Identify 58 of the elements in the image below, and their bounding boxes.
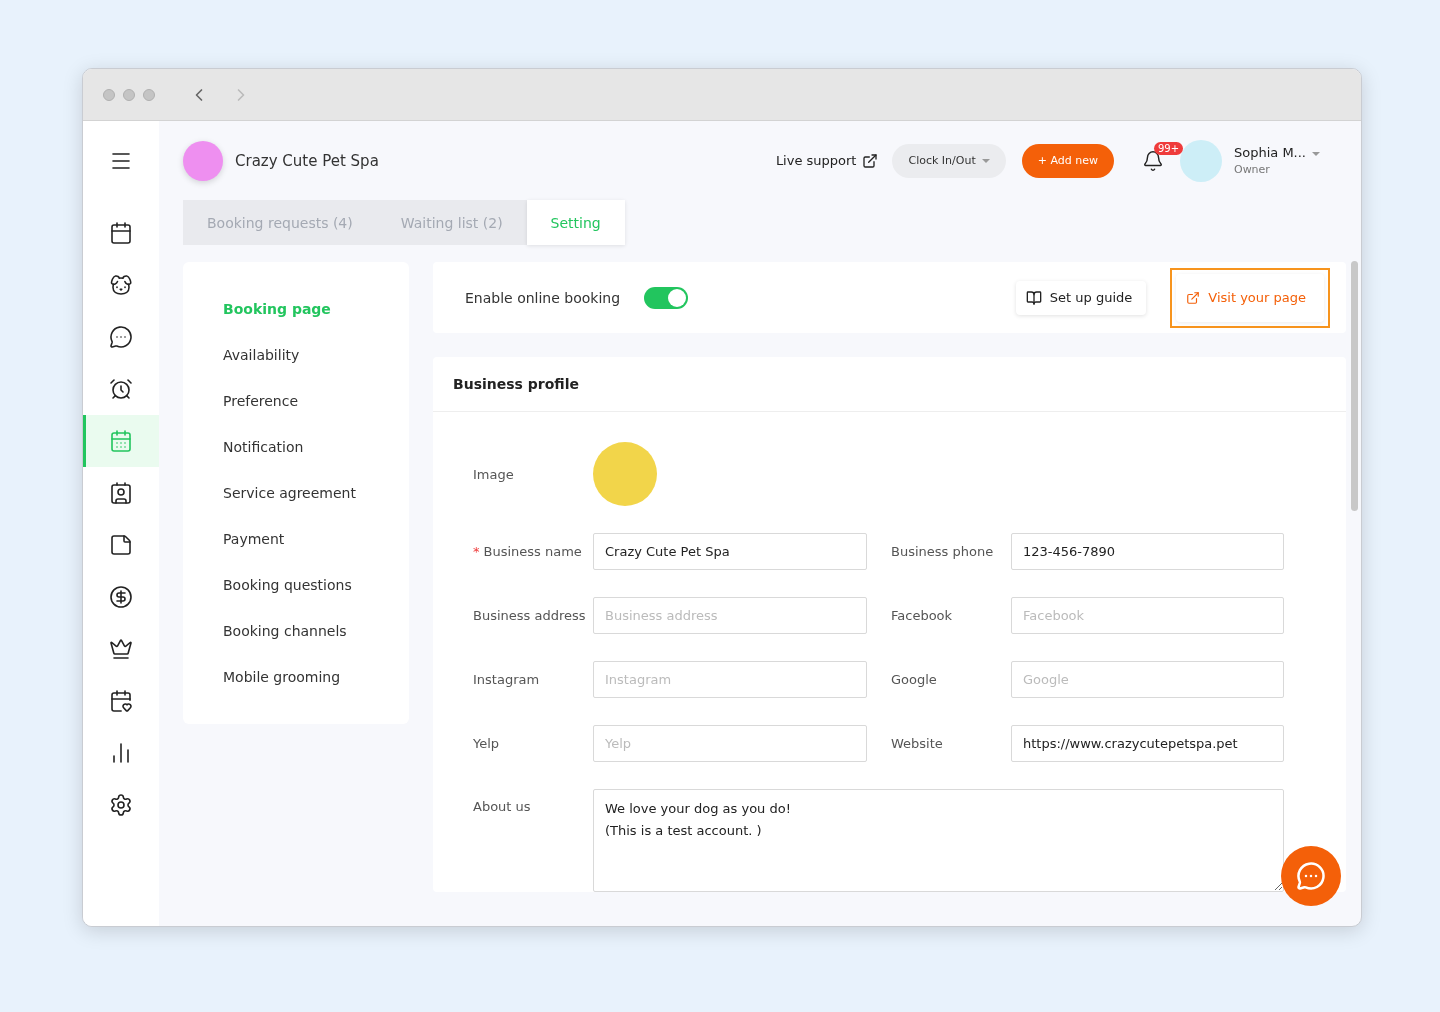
- set-up-guide-button[interactable]: Set up guide: [1015, 280, 1147, 315]
- input-field[interactable]: Facebook: [1011, 597, 1284, 634]
- settings-menu-item[interactable]: Notification: [183, 424, 409, 470]
- alarm-clock-icon: [109, 377, 133, 401]
- input-field[interactable]: 123-456-7890: [1011, 533, 1284, 570]
- user-name[interactable]: Sophia M...: [1233, 145, 1320, 160]
- field-label: * Business name: [473, 544, 583, 559]
- settings-menu-item[interactable]: Service agreement: [183, 470, 409, 516]
- input-field[interactable]: Crazy Cute Pet Spa: [593, 533, 867, 570]
- required-mark: *: [473, 544, 480, 559]
- field-label: Business address: [473, 608, 587, 623]
- settings-icon: [109, 793, 133, 817]
- clock-dropdown[interactable]: Clock In/Out: [892, 143, 1006, 178]
- external-link-icon: [862, 152, 879, 169]
- about-us-field[interactable]: We love your dog as you do! (This is a test account. ): [593, 789, 1284, 892]
- window-dot[interactable]: [103, 88, 115, 101]
- chat-icon: [109, 325, 133, 349]
- chat-icon: [1296, 861, 1326, 891]
- notification-badge: 99+: [1153, 141, 1184, 155]
- settings-menu-item[interactable]: Availability: [183, 332, 409, 378]
- field-label: Website: [891, 736, 944, 751]
- card-title: Business profile: [433, 357, 1346, 412]
- book-icon: [1025, 289, 1042, 306]
- field-label: Business phone: [891, 544, 995, 559]
- input-field[interactable]: Google: [1011, 661, 1284, 698]
- user-role: Owner: [1233, 163, 1271, 176]
- calendar-icon: [109, 221, 133, 245]
- logo-placeholder: [183, 140, 223, 181]
- crown-icon: [109, 637, 133, 661]
- note-icon: [109, 533, 133, 557]
- scrollbar[interactable]: [1351, 261, 1358, 511]
- settings-menu-item[interactable]: Preference: [183, 378, 409, 424]
- settings-menu-item[interactable]: Booking questions: [183, 562, 409, 608]
- calendar-icon: [109, 429, 133, 453]
- settings-menu-item[interactable]: Mobile grooming: [183, 654, 409, 700]
- field-label: About us: [473, 799, 532, 814]
- external-link-icon: [1186, 290, 1201, 305]
- field-label: Facebook: [891, 608, 954, 623]
- window-dot[interactable]: [143, 88, 155, 101]
- input-field[interactable]: Instagram: [593, 661, 867, 698]
- field-label: Yelp: [473, 736, 501, 751]
- live-support-link[interactable]: Live support: [775, 152, 879, 169]
- settings-menu-item[interactable]: Booking channels: [183, 608, 409, 654]
- input-field[interactable]: Yelp: [593, 725, 867, 762]
- field-label: Image: [473, 466, 515, 482]
- field-label: Google: [891, 672, 938, 687]
- online-booking-toggle[interactable]: [644, 286, 689, 309]
- window-dot[interactable]: [123, 88, 135, 101]
- heart-calendar-icon: [109, 689, 133, 713]
- dollar-icon: [109, 585, 133, 609]
- field-label: Instagram: [473, 672, 541, 687]
- online-booking-label: Enable online booking: [465, 289, 621, 306]
- business-name: Crazy Cute Pet Spa: [235, 151, 380, 170]
- badge-icon: [109, 481, 133, 505]
- input-field[interactable]: https://www.crazycutepetspa.pet: [1011, 725, 1284, 762]
- input-field[interactable]: Business address: [593, 597, 867, 634]
- settings-menu-item[interactable]: Payment: [183, 516, 409, 562]
- dog-icon: [109, 273, 133, 297]
